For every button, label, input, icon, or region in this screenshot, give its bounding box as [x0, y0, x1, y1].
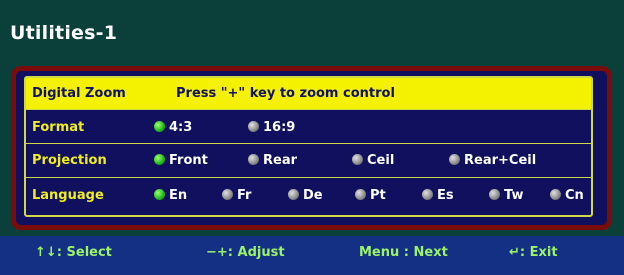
- language-option-es[interactable]: Es: [422, 188, 454, 203]
- radio-unselected-icon: [288, 189, 299, 200]
- language-option-tw[interactable]: Tw: [489, 188, 523, 203]
- up-down-arrows-icon: ↑↓: [35, 245, 57, 260]
- radio-unselected-icon: [352, 154, 363, 165]
- radio-selected-icon: [154, 154, 165, 165]
- enter-arrow-icon: ↵: [509, 245, 520, 260]
- language-row[interactable]: Language En Fr De Pt Es Tw Cn: [26, 178, 591, 215]
- language-option-fr[interactable]: Fr: [222, 188, 251, 203]
- projection-option-rear-ceil[interactable]: Rear+Ceil: [449, 153, 536, 168]
- radio-unselected-icon: [248, 154, 259, 165]
- projection-row[interactable]: Projection Front Rear Ceil Rear+Ceil: [26, 144, 591, 178]
- hint-exit: ↵: Exit: [509, 245, 558, 260]
- digital-zoom-label: Digital Zoom: [32, 86, 126, 101]
- radio-unselected-icon: [449, 154, 460, 165]
- digital-zoom-row[interactable]: Digital Zoom Press "+" key to zoom contr…: [26, 78, 591, 110]
- radio-selected-icon: [154, 121, 165, 132]
- radio-unselected-icon: [355, 189, 366, 200]
- projection-option-front[interactable]: Front: [154, 153, 208, 168]
- key-hint-bar: ↑↓: Select −+: Adjust Menu : Next ↵: Exi…: [0, 236, 624, 275]
- hint-menu-next: Menu : Next: [359, 245, 448, 260]
- hint-adjust: −+: Adjust: [206, 245, 285, 260]
- settings-list: Digital Zoom Press "+" key to zoom contr…: [24, 76, 593, 217]
- radio-unselected-icon: [489, 189, 500, 200]
- format-option-16-9[interactable]: 16:9: [248, 120, 295, 135]
- window-title: Utilities-1: [10, 22, 118, 44]
- language-option-de[interactable]: De: [288, 188, 323, 203]
- radio-unselected-icon: [222, 189, 233, 200]
- language-option-en[interactable]: En: [154, 188, 187, 203]
- format-label: Format: [32, 120, 85, 135]
- hint-select: ↑↓: Select: [35, 245, 112, 260]
- radio-unselected-icon: [550, 189, 561, 200]
- projection-label: Projection: [32, 153, 107, 168]
- radio-unselected-icon: [248, 121, 259, 132]
- language-label: Language: [32, 188, 104, 203]
- language-option-pt[interactable]: Pt: [355, 188, 386, 203]
- format-option-4-3[interactable]: 4:3: [154, 120, 192, 135]
- minus-plus-icon: −+: [206, 245, 228, 260]
- format-row[interactable]: Format 4:3 16:9: [26, 110, 591, 144]
- digital-zoom-hint: Press "+" key to zoom control: [176, 86, 395, 101]
- settings-panel: Digital Zoom Press "+" key to zoom contr…: [11, 66, 612, 230]
- projection-option-ceil[interactable]: Ceil: [352, 153, 394, 168]
- radio-selected-icon: [154, 189, 165, 200]
- language-option-cn[interactable]: Cn: [550, 188, 584, 203]
- projection-option-rear[interactable]: Rear: [248, 153, 297, 168]
- radio-unselected-icon: [422, 189, 433, 200]
